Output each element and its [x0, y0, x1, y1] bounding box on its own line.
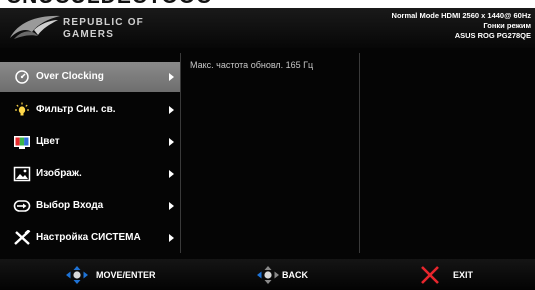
monitor-osd: REPUBLIC OF GAMERS Normal Mode HDMI 2560…: [0, 8, 535, 290]
move-enter-label: MOVE/ENTER: [96, 270, 156, 280]
rog-eye-icon: [10, 15, 60, 39]
main-menu: Over Clocking Фильтр Син. св. Цвет Изобр…: [0, 51, 180, 253]
menu-item-label: Настройка СИСТЕМА: [36, 232, 141, 243]
input-source-icon: [13, 200, 31, 212]
menu-item-label: Цвет: [36, 136, 60, 147]
submenu-panel: Макс. частота обновл. 165 Гц: [181, 51, 359, 253]
menu-item-label: Фильтр Син. св.: [36, 104, 116, 115]
chevron-right-icon: [169, 202, 174, 210]
status-mode-resolution: Normal Mode HDMI 2560 x 1440@ 60Hz: [391, 11, 531, 20]
chevron-right-icon: [169, 73, 174, 81]
exit-label: EXIT: [453, 270, 474, 280]
joystick-move-icon: [66, 266, 88, 284]
chevron-right-icon: [169, 138, 174, 146]
light-bulb-icon: [15, 102, 29, 116]
osd-footer: MOVE/ENTER BACK EXIT: [0, 259, 535, 290]
menu-item-blue-light-filter[interactable]: Фильтр Син. св.: [0, 95, 180, 125]
rog-logo: REPUBLIC OF GAMERS: [8, 12, 154, 44]
close-icon: [421, 266, 439, 284]
menu-item-input-select[interactable]: Выбор Входа: [0, 191, 180, 221]
menu-item-image[interactable]: Изображ.: [0, 159, 180, 189]
menu-item-label: Over Clocking: [36, 71, 104, 82]
image-icon: [13, 166, 31, 182]
joystick-back-icon: [257, 266, 279, 284]
status-game-mode: Гонки режим: [483, 21, 531, 30]
max-refresh-rate-option[interactable]: Макс. частота обновл. 165 Гц: [190, 60, 313, 70]
speedometer-icon: [15, 70, 29, 84]
move-enter-button[interactable]: MOVE/ENTER: [66, 266, 176, 284]
back-label: BACK: [282, 270, 308, 280]
menu-item-over-clocking[interactable]: Over Clocking: [0, 62, 180, 92]
menu-item-label: Изображ.: [36, 168, 82, 179]
column-divider: [359, 53, 360, 253]
page-caption: CNUCULDECTOOC: [0, 0, 212, 8]
menu-item-system-setup[interactable]: Настройка СИСТЕМА: [0, 223, 180, 253]
menu-item-label: Выбор Входа: [36, 200, 104, 211]
back-button[interactable]: BACK: [257, 266, 327, 284]
osd-header: REPUBLIC OF GAMERS Normal Mode HDMI 2560…: [0, 8, 535, 48]
tools-icon: [14, 230, 31, 245]
brand-line-1: REPUBLIC OF: [63, 17, 144, 28]
chevron-right-icon: [169, 170, 174, 178]
chevron-right-icon: [169, 106, 174, 114]
menu-item-color[interactable]: Цвет: [0, 127, 180, 157]
status-model-name: ASUS ROG PG278QE: [454, 31, 531, 40]
exit-button[interactable]: EXIT: [420, 266, 480, 284]
brand-line-2: GAMERS: [63, 29, 115, 40]
color-palette-icon: [14, 136, 30, 149]
status-readout: Normal Mode HDMI 2560 x 1440@ 60Hz Гонки…: [392, 11, 531, 41]
chevron-right-icon: [169, 234, 174, 242]
